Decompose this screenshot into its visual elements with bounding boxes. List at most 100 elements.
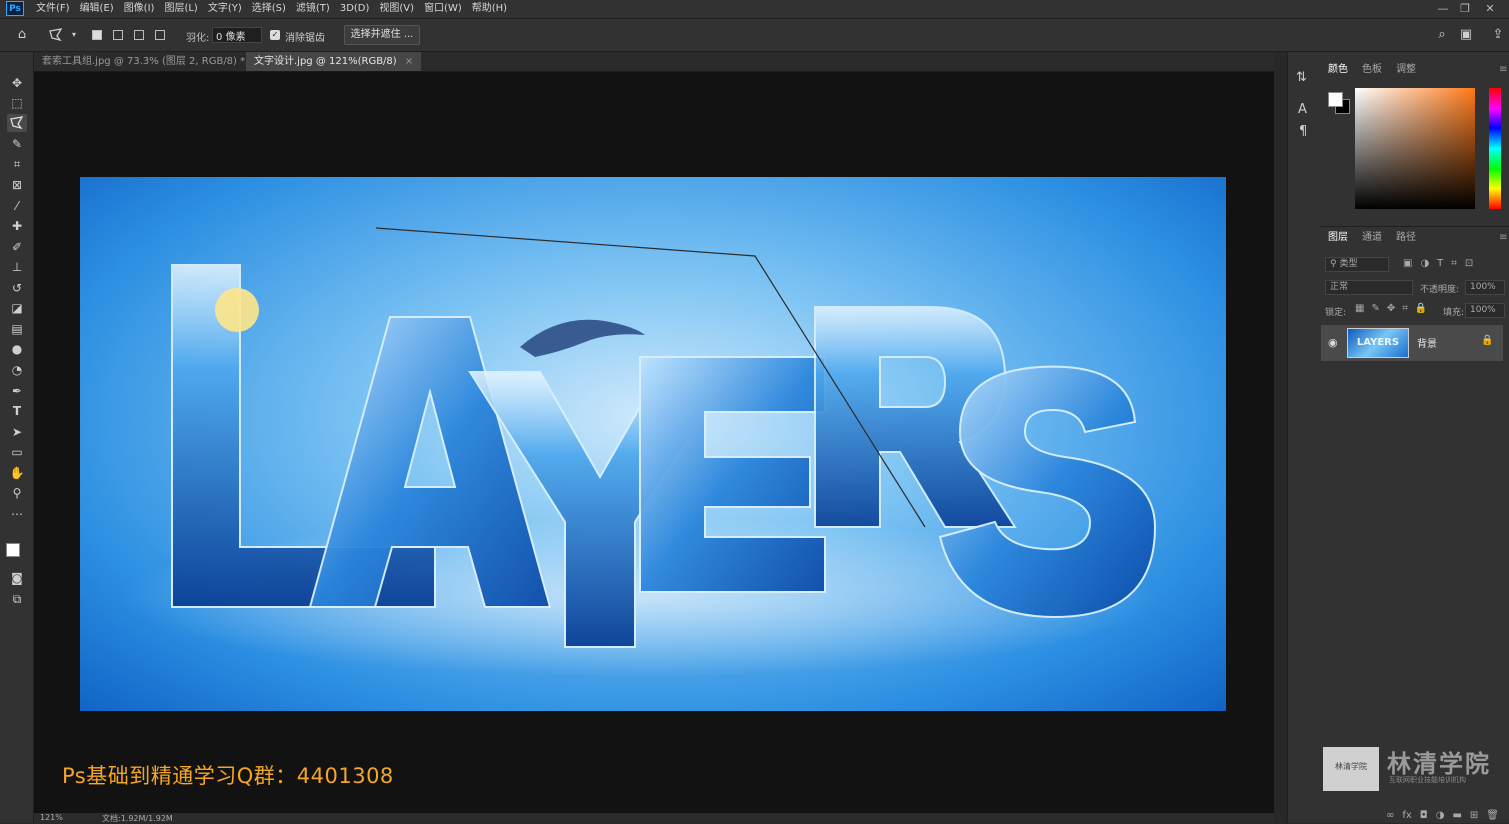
tab-adjustments[interactable]: 调整 — [1396, 60, 1416, 80]
foreground-color-swatch[interactable] — [6, 543, 20, 557]
document-canvas[interactable] — [80, 177, 1226, 711]
frame-tool-icon[interactable]: ⊠ — [7, 176, 27, 194]
tab-layers[interactable]: 图层 — [1328, 228, 1348, 248]
intersect-selection-icon[interactable] — [155, 30, 165, 40]
adjustment-layer-icon[interactable]: ◑ — [1436, 808, 1445, 823]
menu-3d[interactable]: 3D(D) — [340, 0, 370, 18]
crop-tool-icon[interactable]: ⌗ — [7, 155, 27, 173]
workspace-icon[interactable]: ▣ — [1458, 27, 1474, 43]
menu-filter[interactable]: 滤镜(T) — [296, 0, 330, 18]
trash-icon[interactable]: 🗑 — [1486, 808, 1499, 823]
brush-tool-icon[interactable]: ✐ — [7, 238, 27, 256]
polygonal-lasso-preset-icon[interactable] — [48, 27, 64, 43]
document-size: 文档:1.92M/1.92M — [102, 814, 173, 823]
select-and-mask-button[interactable]: 选择并遮住 ... — [344, 25, 420, 45]
new-layer-icon[interactable]: ⊞ — [1470, 808, 1478, 823]
minimize-button[interactable]: — — [1433, 0, 1453, 18]
layers-panel-tabs: 图层 通道 路径 — [1321, 228, 1509, 248]
zoom-tool-icon[interactable]: ⚲ — [7, 484, 27, 502]
quick-selection-tool-icon[interactable]: ✎ — [7, 135, 27, 153]
new-selection-icon[interactable] — [92, 30, 102, 40]
menu-help[interactable]: 帮助(H) — [472, 0, 507, 18]
zoom-readout[interactable]: 121% — [40, 813, 63, 822]
rectangle-tool-icon[interactable]: ▭ — [7, 443, 27, 461]
opacity-label: 不透明度: — [1420, 285, 1460, 295]
document-tabs: 套索工具组.jpg @ 73.3% (图层 2, RGB/8) *× 文字设计.… — [34, 52, 1274, 72]
main-menu: 文件(F) 编辑(E) 图像(I) 图层(L) 文字(Y) 选择(S) 滤镜(T… — [36, 0, 507, 18]
layer-thumbnail: LAYERS — [1347, 328, 1409, 358]
eyedropper-tool-icon[interactable]: ⁄ — [7, 197, 27, 215]
quick-mask-icon[interactable]: ◙ — [7, 569, 27, 587]
menu-bar: Ps 文件(F) 编辑(E) 图像(I) 图层(L) 文字(Y) 选择(S) 滤… — [0, 0, 1509, 19]
home-icon[interactable]: ⌂ — [14, 27, 30, 43]
move-tool-icon[interactable]: ✥ — [7, 74, 27, 92]
menu-window[interactable]: 窗口(W) — [424, 0, 462, 18]
tab-channels[interactable]: 通道 — [1362, 228, 1382, 248]
character-panel-icon[interactable]: A — [1298, 102, 1307, 117]
tab-swatches[interactable]: 色板 — [1362, 60, 1382, 80]
share-icon[interactable]: ⇪ — [1490, 27, 1506, 43]
tab-text-design-document[interactable]: 文字设计.jpg @ 121%(RGB/8) × — [246, 52, 422, 71]
menu-edit[interactable]: 编辑(E) — [80, 0, 114, 18]
search-icon[interactable]: ⌕ — [1434, 27, 1450, 43]
blend-mode-select[interactable]: 正常 — [1325, 280, 1413, 295]
filter-kind-label: 类型 — [1339, 259, 1358, 269]
link-layers-icon[interactable]: ∞ — [1386, 808, 1394, 823]
panel-menu-icon[interactable]: ≡ — [1499, 232, 1507, 243]
hand-tool-icon[interactable]: ✋ — [7, 464, 27, 482]
menu-type[interactable]: 文字(Y) — [208, 0, 242, 18]
close-window-button[interactable]: ✕ — [1480, 0, 1500, 18]
hue-slider[interactable] — [1489, 88, 1501, 209]
layer-row-background[interactable]: ◉ LAYERS 背景 🔒 — [1321, 325, 1503, 361]
fill-input[interactable]: 100% — [1465, 303, 1505, 318]
color-panel-tabs: 颜色 色板 调整 — [1321, 60, 1509, 80]
tab-label: 套索工具组.jpg @ 73.3% (图层 2, RGB/8) * — [42, 56, 246, 67]
menu-image[interactable]: 图像(I) — [124, 0, 155, 18]
type-tool-icon[interactable]: T — [7, 402, 27, 420]
close-tab-icon[interactable]: × — [405, 56, 413, 67]
paragraph-panel-icon[interactable]: ¶ — [1299, 124, 1307, 139]
menu-layer[interactable]: 图层(L) — [164, 0, 197, 18]
layer-filter-icons[interactable]: ▣◑T⌗⊡ — [1403, 258, 1481, 269]
dodge-tool-icon[interactable]: ◔ — [7, 361, 27, 379]
menu-view[interactable]: 视图(V) — [379, 0, 414, 18]
pen-tool-icon[interactable]: ✒ — [7, 382, 27, 400]
panel-menu-icon[interactable]: ≡ — [1499, 64, 1507, 75]
add-mask-icon[interactable]: ◘ — [1420, 808, 1428, 823]
eye-visibility-icon[interactable]: ◉ — [1328, 336, 1338, 349]
add-to-selection-icon[interactable] — [113, 30, 123, 40]
subtract-from-selection-icon[interactable] — [134, 30, 144, 40]
clone-stamp-tool-icon[interactable]: ⊥ — [7, 258, 27, 276]
eraser-tool-icon[interactable]: ◪ — [7, 299, 27, 317]
history-panel-icon[interactable]: ⇅ — [1296, 70, 1307, 85]
panel-icon-strip: ⇅ A ¶ — [1287, 52, 1322, 823]
color-picker-field[interactable] — [1355, 88, 1475, 209]
blur-tool-icon[interactable]: ● — [7, 340, 27, 358]
layer-style-icon[interactable]: fx — [1402, 808, 1411, 823]
more-tools-icon[interactable]: ⋯ — [7, 505, 27, 523]
layer-filter-select[interactable]: ⚲ 类型 — [1325, 257, 1389, 272]
tab-lasso-document[interactable]: 套索工具组.jpg @ 73.3% (图层 2, RGB/8) *× — [34, 52, 270, 71]
feather-input[interactable] — [212, 27, 262, 43]
lock-options-icons[interactable]: ▦✎✥⌗🔒 — [1355, 303, 1434, 314]
healing-brush-tool-icon[interactable]: ✚ — [7, 217, 27, 235]
history-brush-tool-icon[interactable]: ↺ — [7, 279, 27, 297]
new-group-icon[interactable]: ▬ — [1452, 808, 1461, 823]
foreground-color-swatch[interactable] — [1328, 92, 1343, 107]
antialias-checkbox[interactable]: ✓ — [270, 30, 280, 40]
menu-select[interactable]: 选择(S) — [252, 0, 286, 18]
gradient-tool-icon[interactable]: ▤ — [7, 320, 27, 338]
lock-label: 锁定: — [1325, 308, 1347, 318]
layer-name[interactable]: 背景 — [1417, 335, 1437, 350]
screen-mode-icon[interactable]: ⧉ — [7, 590, 27, 608]
marquee-tool-icon[interactable]: ⬚ — [7, 94, 27, 112]
lasso-tool-icon[interactable] — [7, 114, 27, 132]
tab-paths[interactable]: 路径 — [1396, 228, 1416, 248]
restore-button[interactable]: ❐ — [1455, 0, 1475, 18]
menu-file[interactable]: 文件(F) — [36, 0, 70, 18]
opacity-input[interactable]: 100% — [1465, 280, 1505, 295]
watermark: 林清学院 林清学院 互联网职业技能培训机构 — [1321, 742, 1509, 802]
chevron-down-icon[interactable]: ▾ — [66, 27, 82, 43]
path-selection-tool-icon[interactable]: ➤ — [7, 423, 27, 441]
tab-color[interactable]: 颜色 — [1328, 60, 1348, 80]
